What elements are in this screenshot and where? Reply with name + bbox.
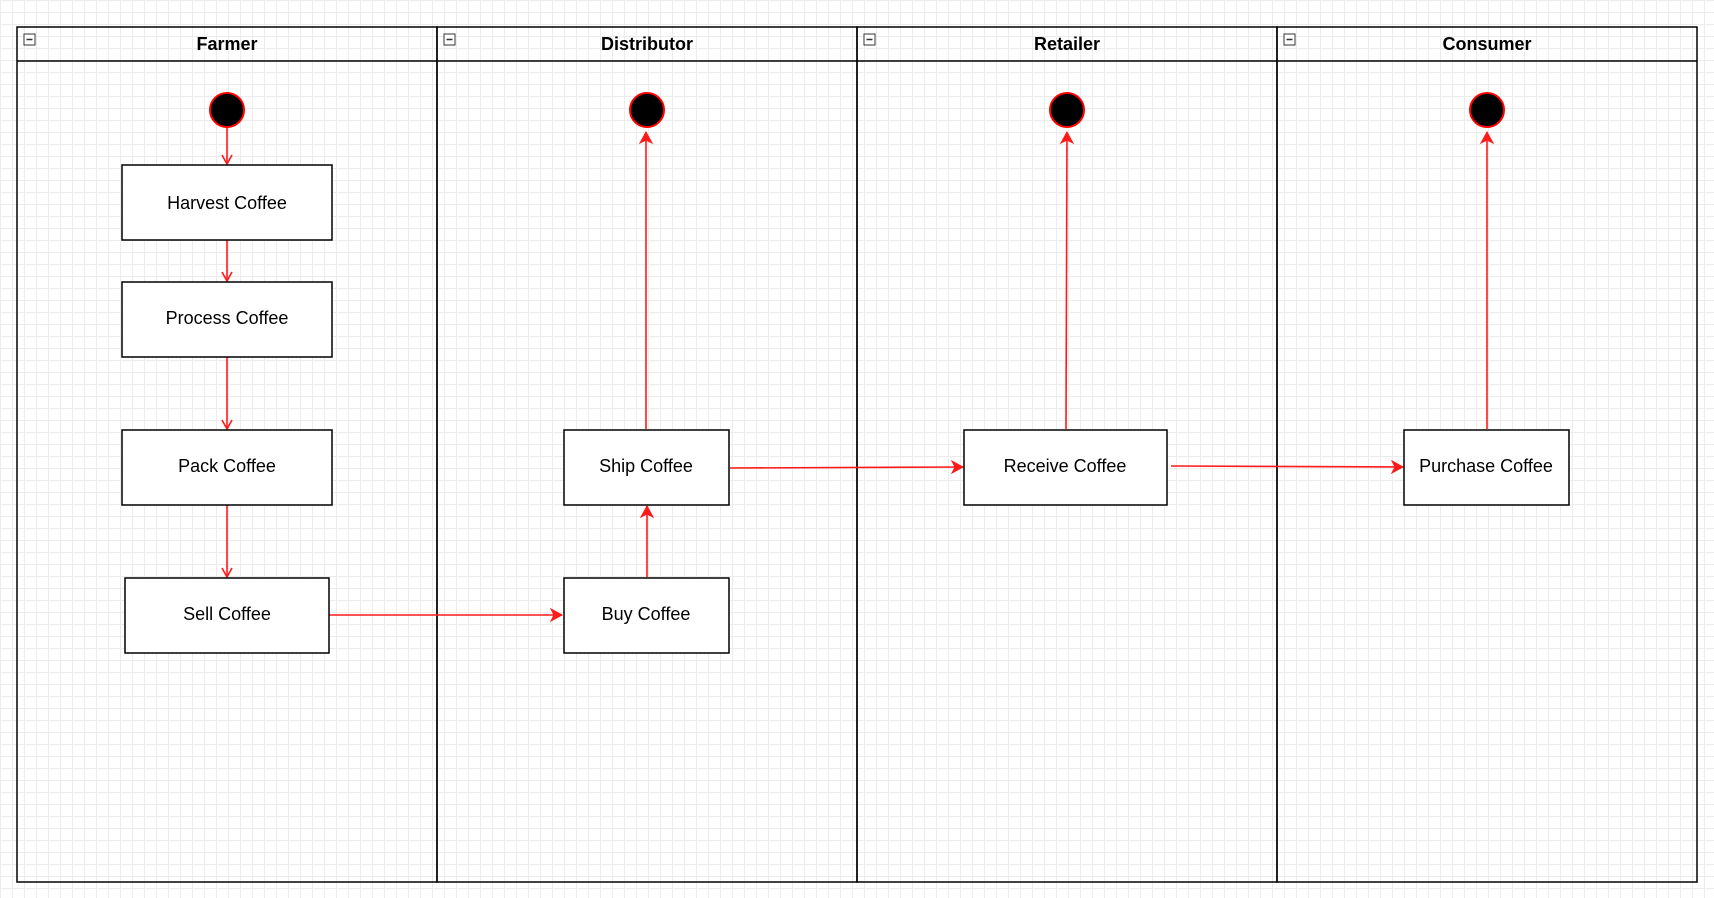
activity-label-pack: Pack Coffee [178,456,276,476]
minus-square-icon[interactable] [23,33,36,46]
lane-title-consumer: Consumer [1442,34,1531,54]
end-node-distributor[interactable] [629,92,665,128]
activity-harvest[interactable]: Harvest Coffee [121,164,333,241]
swimlane-activity-diagram: Farmer Distributor Retailer Consumer Har… [16,26,1698,883]
start-node-farmer[interactable] [209,92,245,128]
activity-label-harvest: Harvest Coffee [167,193,287,213]
activity-label-ship: Ship Coffee [599,456,693,476]
activity-label-process: Process Coffee [166,308,289,328]
activity-label-buy: Buy Coffee [602,604,691,624]
lane-title-farmer: Farmer [196,34,257,54]
activity-label-sell: Sell Coffee [183,604,271,624]
activity-receive[interactable]: Receive Coffee [963,429,1168,506]
activity-purchase[interactable]: Purchase Coffee [1403,429,1570,506]
edge-ship-to-receive[interactable] [729,467,963,468]
edge-receive-to-purchase[interactable] [1170,466,1403,467]
activity-ship[interactable]: Ship Coffee [563,429,730,506]
activity-sell[interactable]: Sell Coffee [124,577,330,654]
end-node-retailer[interactable] [1049,92,1085,128]
activity-process[interactable]: Process Coffee [121,281,333,358]
activity-label-receive: Receive Coffee [1004,456,1127,476]
activity-buy[interactable]: Buy Coffee [563,577,730,654]
end-node-consumer[interactable] [1469,92,1505,128]
lane-title-retailer: Retailer [1034,34,1100,54]
activity-label-purchase: Purchase Coffee [1419,456,1553,476]
minus-square-icon[interactable] [443,33,456,46]
edge-receive-to-end-retailer[interactable] [1066,132,1067,430]
diagram-canvas: Farmer Distributor Retailer Consumer Har… [0,0,1714,898]
activity-pack[interactable]: Pack Coffee [121,429,333,506]
minus-square-icon[interactable] [1283,33,1296,46]
lane-title-distributor: Distributor [601,34,693,54]
minus-square-icon[interactable] [863,33,876,46]
